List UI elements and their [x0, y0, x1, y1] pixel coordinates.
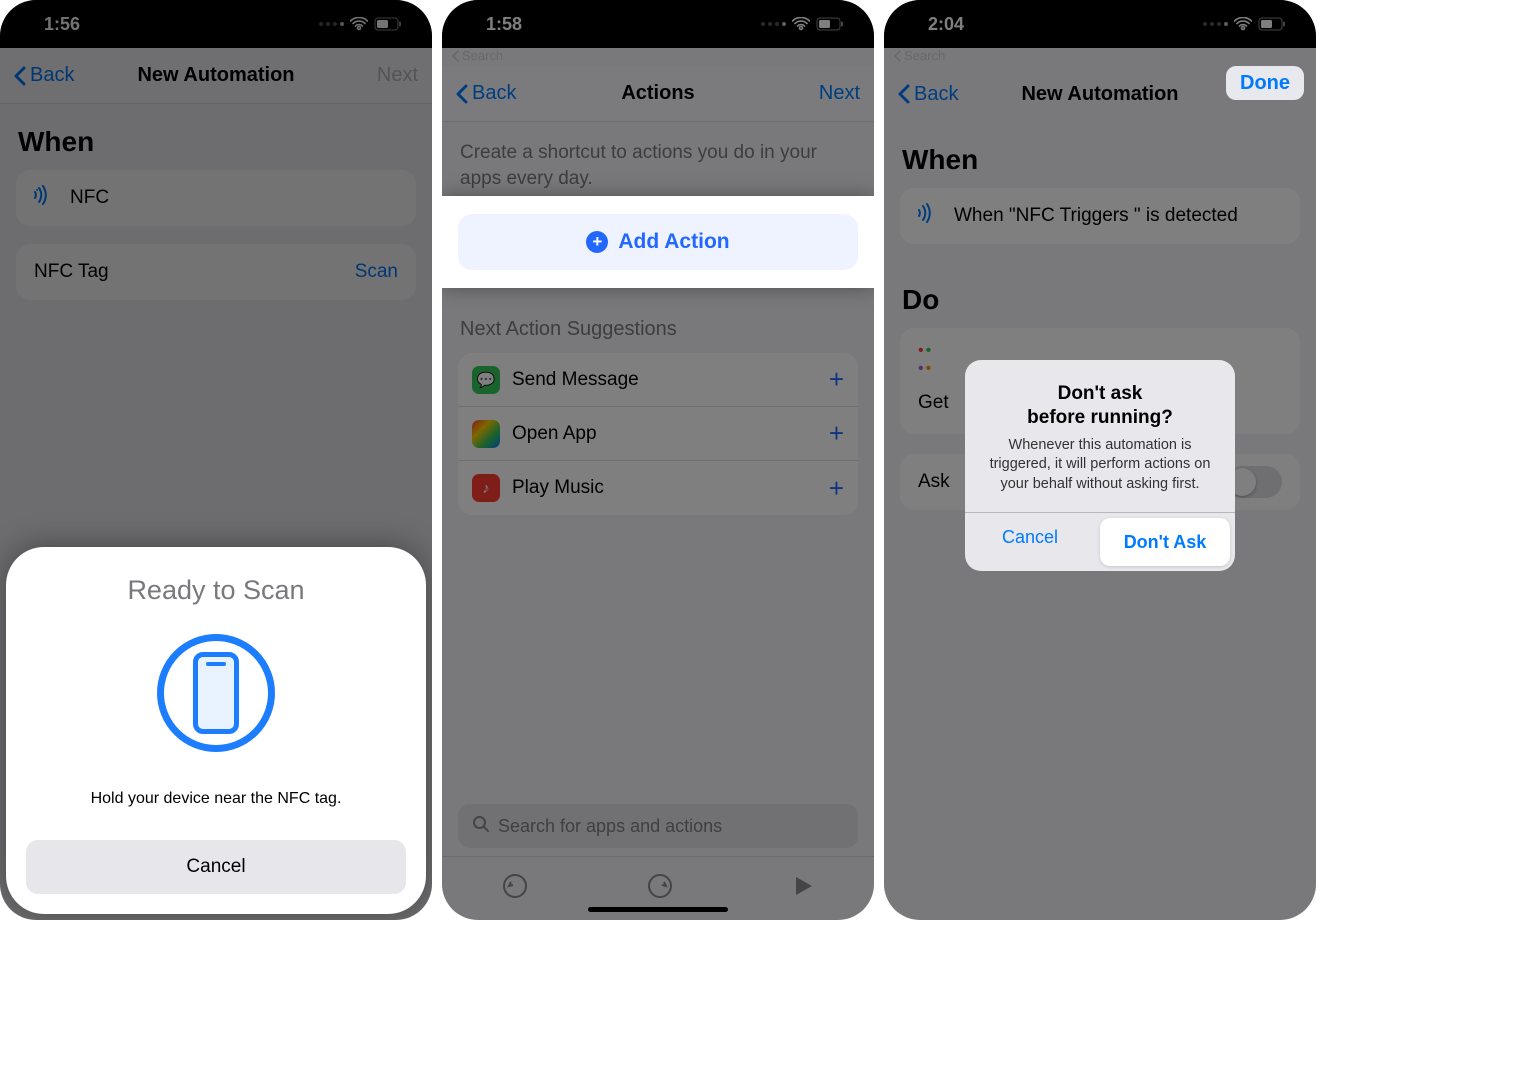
battery-icon	[374, 17, 402, 31]
battery-icon	[1258, 17, 1286, 31]
nfc-icon	[918, 202, 940, 230]
phone-panel-3: 2:04 Search Back New Automation When Whe…	[884, 0, 1316, 920]
wifi-icon	[792, 17, 810, 31]
search-field[interactable]: Search for apps and actions	[458, 804, 858, 848]
breadcrumb-back[interactable]: Search	[894, 48, 945, 63]
suggestions-section: Next Action Suggestions 💬 Send Message + …	[442, 278, 874, 515]
status-right	[761, 17, 844, 31]
back-label: Back	[472, 82, 516, 105]
suggestions-list: 💬 Send Message + Open App + ♪ Play Music +	[458, 353, 858, 515]
content: When NFC NFC Tag Scan	[0, 104, 432, 300]
status-time: 2:04	[928, 14, 964, 35]
apps-icon	[472, 420, 500, 448]
scan-graphic	[157, 634, 275, 752]
nav-bar: Back New Automation Next	[0, 48, 432, 104]
suggestion-label: Play Music	[512, 477, 604, 499]
nfc-label: NFC	[70, 187, 109, 209]
suggestion-row[interactable]: ♪ Play Music +	[458, 461, 858, 515]
done-wrap: Done	[1226, 72, 1304, 95]
cellular-icon	[761, 22, 786, 26]
do-get-label: Get	[918, 392, 949, 414]
confirm-alert: Don't ask before running? Whenever this …	[965, 360, 1235, 571]
suggestion-label: Open App	[512, 423, 597, 445]
back-button[interactable]: Back	[14, 64, 74, 87]
wifi-icon	[350, 17, 368, 31]
messages-icon: 💬	[472, 366, 500, 394]
next-button[interactable]: Next	[819, 82, 860, 105]
back-button[interactable]: Back	[456, 82, 516, 105]
add-action-band: + Add Action	[442, 196, 874, 288]
nfctag-label: NFC Tag	[34, 261, 109, 283]
suggestion-label: Send Message	[512, 369, 639, 391]
add-action-button[interactable]: + Add Action	[458, 214, 858, 270]
nfc-cell[interactable]: NFC	[16, 170, 416, 226]
search-icon	[472, 815, 490, 838]
suggestion-row[interactable]: 💬 Send Message +	[458, 353, 858, 407]
phone-panel-1: 1:56 Back New Automation Next When NFC N…	[0, 0, 432, 920]
cellular-icon	[319, 22, 344, 26]
plus-icon: +	[586, 231, 608, 253]
phone-icon	[193, 652, 239, 734]
alert-title: Don't ask before running?	[983, 382, 1217, 430]
back-button[interactable]: Back	[898, 83, 958, 106]
ask-label: Ask	[918, 471, 950, 493]
nfctag-cell[interactable]: NFC Tag Scan	[16, 244, 416, 300]
music-icon: ♪	[472, 474, 500, 502]
status-bar: 2:04	[884, 0, 1316, 48]
do-heading: Do	[884, 262, 1316, 328]
status-right	[319, 17, 402, 31]
description: Create a shortcut to actions you do in y…	[442, 122, 874, 197]
status-time: 1:58	[486, 14, 522, 35]
scan-message: Hold your device near the NFC tag.	[26, 790, 406, 808]
battery-icon	[816, 17, 844, 31]
status-right	[1203, 17, 1286, 31]
nfc-scan-sheet: Ready to Scan Hold your device near the …	[6, 547, 426, 914]
phone-panel-2: 1:58 Search Back Actions Next Create a s…	[442, 0, 874, 920]
undo-icon[interactable]	[502, 873, 528, 904]
next-button[interactable]: Next	[377, 64, 418, 87]
suggestion-row[interactable]: Open App +	[458, 407, 858, 461]
status-bar: 1:58	[442, 0, 874, 48]
search-placeholder: Search for apps and actions	[498, 816, 722, 837]
status-bar: 1:56	[0, 0, 432, 48]
breadcrumb-label: Search	[904, 48, 945, 63]
home-indicator[interactable]	[588, 907, 728, 912]
when-heading: When	[0, 104, 432, 170]
scan-cancel-button[interactable]: Cancel	[26, 840, 406, 894]
add-icon[interactable]: +	[829, 364, 844, 395]
scan-action[interactable]: Scan	[355, 261, 398, 283]
nfc-icon	[34, 184, 56, 212]
add-icon[interactable]: +	[829, 473, 844, 504]
alert-confirm-button[interactable]: Don't Ask	[1100, 518, 1230, 566]
play-icon[interactable]	[792, 875, 814, 902]
redo-icon[interactable]	[647, 873, 673, 904]
when-cell[interactable]: When "NFC Triggers " is detected	[900, 188, 1300, 244]
cellular-icon	[1203, 22, 1228, 26]
done-button[interactable]: Done	[1226, 66, 1304, 100]
scan-title: Ready to Scan	[26, 575, 406, 606]
when-text: When "NFC Triggers " is detected	[954, 205, 1238, 227]
nav-bar: Back Actions Next	[442, 66, 874, 122]
breadcrumb-label: Search	[462, 48, 503, 63]
alert-cancel-button[interactable]: Cancel	[965, 513, 1095, 561]
back-label: Back	[914, 83, 958, 106]
alert-message: Whenever this automation is triggered, i…	[983, 436, 1217, 495]
status-time: 1:56	[44, 14, 80, 35]
breadcrumb-back[interactable]: Search	[452, 48, 503, 63]
back-label: Back	[30, 64, 74, 87]
add-icon[interactable]: +	[829, 418, 844, 449]
suggestions-heading: Next Action Suggestions	[442, 278, 874, 353]
when-heading: When	[884, 122, 1316, 188]
add-action-label: Add Action	[618, 230, 729, 254]
wifi-icon	[1234, 17, 1252, 31]
